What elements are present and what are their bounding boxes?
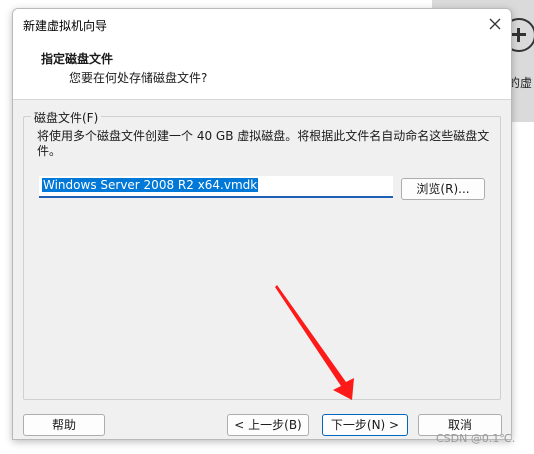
page-subtitle: 您要在何处存储磁盘文件?	[69, 71, 208, 85]
back-button[interactable]: < 上一步(B)	[227, 414, 309, 436]
window-title: 新建虚拟机向导	[23, 19, 108, 33]
next-button[interactable]: 下一步(N) >	[322, 414, 408, 436]
watermark: CSDN @0.1℃.	[436, 432, 516, 445]
browse-button[interactable]: 浏览(R)...	[401, 178, 485, 200]
close-icon	[489, 18, 501, 30]
disk-file-value: Windows Server 2008 R2 x64.vmdk	[42, 178, 259, 192]
wizard-header: 指定磁盘文件 您要在何处存储磁盘文件?	[13, 39, 511, 100]
new-vm-wizard-dialog: 新建虚拟机向导 指定磁盘文件 您要在何处存储磁盘文件? 磁盘文件(F) 将使用多…	[12, 8, 512, 440]
help-button[interactable]: 帮助	[23, 414, 105, 436]
title-bar: 新建虚拟机向导	[13, 9, 511, 39]
close-button[interactable]	[481, 11, 509, 37]
disk-file-label: 磁盘文件(F)	[31, 109, 102, 126]
disk-file-description: 将使用多个磁盘文件创建一个 40 GB 虚拟磁盘。将根据此文件名自动命名这些磁盘…	[37, 129, 490, 158]
page-title: 指定磁盘文件	[41, 52, 114, 66]
disk-file-input[interactable]: Windows Server 2008 R2 x64.vmdk	[39, 176, 393, 198]
